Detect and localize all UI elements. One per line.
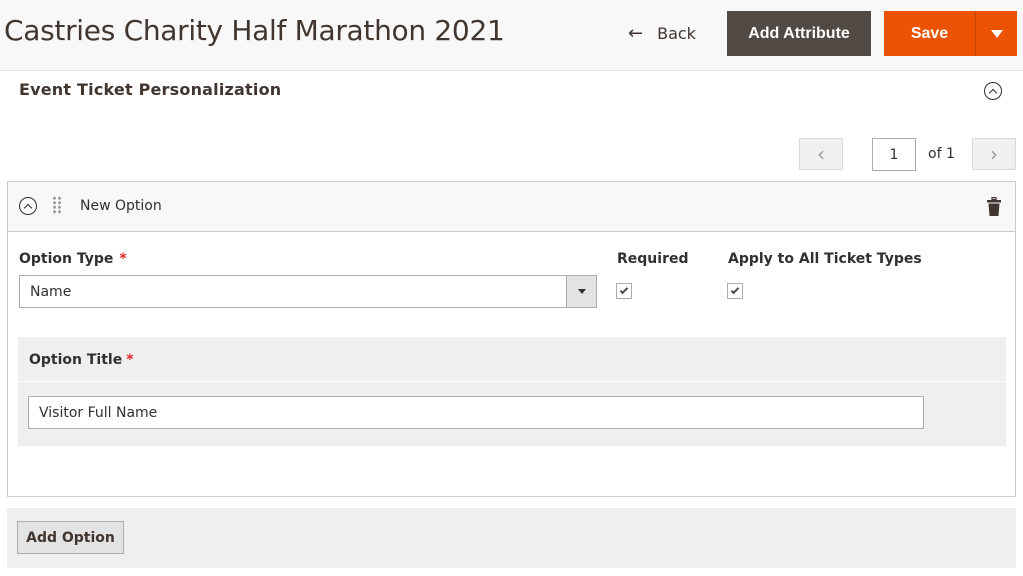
page-number-input[interactable]	[872, 138, 916, 171]
option-title-header: Option Title *	[18, 337, 1006, 382]
caret-down-icon	[990, 29, 1003, 38]
save-button-group: Save	[884, 11, 1017, 56]
select-arrow[interactable]	[566, 276, 596, 307]
footer-bar: Add Option	[7, 508, 1016, 568]
page-total-label: of 1	[928, 146, 955, 162]
arrow-left-icon: ←	[628, 22, 644, 44]
section-title: Event Ticket Personalization	[19, 80, 282, 99]
option-title-block: Option Title *	[18, 337, 1006, 446]
chevron-left-icon: ‹	[817, 142, 825, 166]
option-type-label: Option Type *	[19, 251, 127, 267]
add-attribute-button[interactable]: Add Attribute	[727, 11, 871, 56]
option-title-label: Option Title *	[29, 352, 134, 368]
collapse-section-icon[interactable]	[984, 82, 1002, 100]
save-options-toggle[interactable]	[975, 11, 1017, 56]
required-star: *	[126, 352, 134, 368]
save-button[interactable]: Save	[884, 11, 975, 56]
chevron-right-icon: ›	[990, 142, 998, 166]
page-title: Castries Charity Half Marathon 2021	[4, 14, 505, 47]
option-type-select[interactable]: Name	[19, 275, 597, 308]
option-title-input[interactable]	[28, 396, 924, 429]
trash-icon[interactable]	[987, 197, 1001, 216]
apply-all-checkbox[interactable]	[727, 283, 743, 299]
option-name: New Option	[80, 198, 162, 214]
required-checkbox[interactable]	[616, 283, 632, 299]
required-star: *	[119, 251, 127, 267]
option-type-value: Name	[30, 284, 72, 300]
page-header: Castries Charity Half Marathon 2021 ← Ba…	[0, 0, 1023, 71]
back-button[interactable]: ← Back	[628, 20, 696, 46]
collapse-option-icon[interactable]	[19, 197, 37, 215]
option-header: New Option	[8, 182, 1015, 232]
add-option-button[interactable]: Add Option	[17, 521, 124, 554]
required-label: Required	[617, 251, 689, 267]
caret-down-icon	[577, 289, 586, 294]
pager-next-button[interactable]: ›	[972, 138, 1016, 170]
checkmark-icon	[730, 285, 740, 295]
option-panel: New Option Option Type * Required Apply t…	[7, 181, 1016, 497]
pager-prev-button[interactable]: ‹	[799, 138, 843, 170]
checkmark-icon	[619, 285, 629, 295]
drag-handle-icon[interactable]	[52, 196, 62, 214]
back-label: Back	[657, 23, 696, 43]
apply-all-label: Apply to All Ticket Types	[728, 251, 922, 267]
